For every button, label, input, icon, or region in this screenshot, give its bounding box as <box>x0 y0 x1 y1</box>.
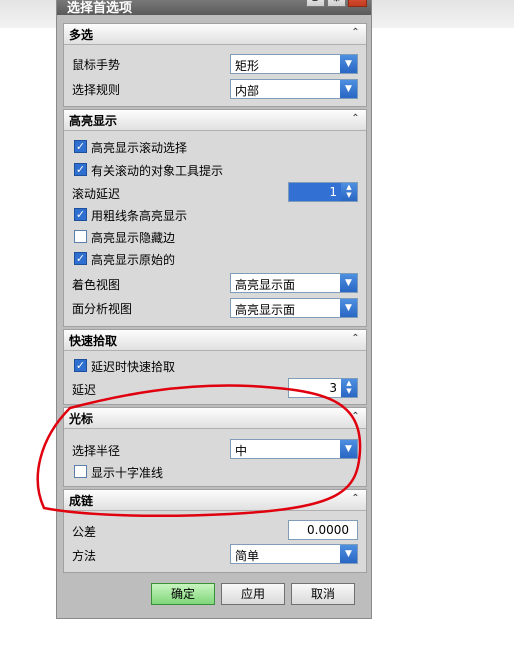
tolerance-label: 公差 <box>72 525 97 539</box>
chevron-down-icon: ▼ <box>340 299 357 317</box>
spinner-value: 3 <box>329 381 337 395</box>
collapse-icon[interactable]: ⌃ <box>348 112 363 126</box>
selection-rule-dropdown[interactable]: 内部 ▼ <box>230 79 358 99</box>
dropdown-value: 内部 <box>235 84 260 98</box>
method-label: 方法 <box>72 549 97 563</box>
dropdown-value: 中 <box>235 444 248 458</box>
checkbox-label: 有关滚动的对象工具提示 <box>91 164 224 178</box>
checkbox-label: 高亮显示隐藏边 <box>91 231 176 245</box>
method-dropdown[interactable]: 简单 ▼ <box>230 544 358 564</box>
chevron-down-icon: ▼ <box>340 545 357 563</box>
checkbox-check-icon: ✓ <box>74 359 87 372</box>
checkbox-check-icon: ✓ <box>74 208 87 221</box>
selection-preferences-dialog: 选择首选项 3 ⚙ ✕ 多选 ⌃ 鼠标手势 矩形 ▼ 选择规则 内部 ▼ 高亮显… <box>56 0 372 619</box>
close-icon[interactable]: ✕ <box>348 0 367 7</box>
spinner-arrows-icon[interactable]: ▲ ▼ <box>341 183 357 201</box>
dropdown-value: 矩形 <box>235 59 260 73</box>
section-title: 成链 <box>69 494 94 508</box>
checkbox-empty-icon <box>74 230 87 243</box>
collapse-icon[interactable]: ⌃ <box>348 332 363 346</box>
section-chaining: 成链 ⌃ 公差 0.0000 方法 简单 ▼ <box>63 489 367 573</box>
quickpick-delay-spinner[interactable]: 3 ▲ ▼ <box>288 378 358 398</box>
dropdown-value: 简单 <box>235 549 260 563</box>
section-highlight: 高亮显示 ⌃ ✓ 高亮显示滚动选择 ✓ 有关滚动的对象工具提示 滚动延迟 1 ▲… <box>63 109 367 327</box>
collapse-icon[interactable]: ⌃ <box>348 492 363 506</box>
tolerance-input[interactable]: 0.0000 <box>288 520 358 540</box>
checkbox-check-icon: ✓ <box>74 163 87 176</box>
section-header-quickpick[interactable]: 快速拾取 ⌃ <box>64 330 366 351</box>
dropdown-value: 高亮显示面 <box>235 303 296 317</box>
face-analysis-view-dropdown[interactable]: 高亮显示面 ▼ <box>230 298 358 318</box>
scroll-delay-spinner[interactable]: 1 ▲ ▼ <box>288 182 358 202</box>
mouse-gesture-label: 鼠标手势 <box>72 58 121 72</box>
section-quickpick: 快速拾取 ⌃ ✓ 延迟时快速拾取 延迟 3 ▲ ▼ <box>63 329 367 405</box>
face-analysis-view-label: 面分析视图 <box>72 302 133 316</box>
mouse-gesture-dropdown[interactable]: 矩形 ▼ <box>230 54 358 74</box>
collapse-icon[interactable]: ⌃ <box>348 26 363 40</box>
section-header-highlight[interactable]: 高亮显示 ⌃ <box>64 110 366 131</box>
checkbox-label: 延迟时快速拾取 <box>91 360 176 374</box>
help-button[interactable]: 3 <box>306 0 325 7</box>
cancel-button[interactable]: 取消 <box>291 583 355 605</box>
quickpick-delay-label: 延迟 <box>72 383 97 397</box>
section-header-cursor[interactable]: 光标 ⌃ <box>64 408 366 429</box>
checkbox-empty-icon <box>74 465 87 478</box>
apply-button[interactable]: 应用 <box>221 583 285 605</box>
chevron-down-icon: ▼ <box>340 80 357 98</box>
gear-icon[interactable]: ⚙ <box>327 0 346 7</box>
chevron-down-icon: ▼ <box>340 440 357 458</box>
section-title: 快速拾取 <box>69 334 118 348</box>
section-title: 高亮显示 <box>69 114 118 128</box>
selection-radius-dropdown[interactable]: 中 ▼ <box>230 439 358 459</box>
section-title: 多选 <box>69 28 94 42</box>
dialog-title: 选择首选项 <box>67 1 133 16</box>
checkbox-label: 高亮显示原始的 <box>91 253 176 267</box>
section-cursor: 光标 ⌃ 选择半径 中 ▼ 显示十字准线 <box>63 407 367 487</box>
section-header-chaining[interactable]: 成链 ⌃ <box>64 490 366 511</box>
checkbox-label: 高亮显示滚动选择 <box>91 141 188 155</box>
shaded-view-label: 着色视图 <box>72 278 121 292</box>
chevron-down-icon: ▼ <box>340 55 357 73</box>
selection-radius-label: 选择半径 <box>72 444 121 458</box>
checkbox-label: 用粗线条高亮显示 <box>91 209 188 223</box>
title-bar: 选择首选项 3 ⚙ ✕ <box>57 0 371 16</box>
chevron-down-icon: ▼ <box>340 274 357 292</box>
section-multiselect: 多选 ⌃ 鼠标手势 矩形 ▼ 选择规则 内部 ▼ <box>63 23 367 107</box>
tolerance-value: 0.0000 <box>307 523 349 537</box>
scroll-delay-label: 滚动延迟 <box>72 187 121 201</box>
ok-button[interactable]: 确定 <box>151 583 215 605</box>
checkbox-label: 显示十字准线 <box>91 466 164 480</box>
shaded-view-dropdown[interactable]: 高亮显示面 ▼ <box>230 273 358 293</box>
spinner-arrows-icon[interactable]: ▲ ▼ <box>341 379 357 397</box>
spinner-value: 1 <box>329 185 337 199</box>
dropdown-value: 高亮显示面 <box>235 278 296 292</box>
selection-rule-label: 选择规则 <box>72 83 121 97</box>
collapse-icon[interactable]: ⌃ <box>348 410 363 424</box>
checkbox-check-icon: ✓ <box>74 252 87 265</box>
section-header-multiselect[interactable]: 多选 ⌃ <box>64 24 366 45</box>
section-title: 光标 <box>69 412 94 426</box>
checkbox-check-icon: ✓ <box>74 140 87 153</box>
